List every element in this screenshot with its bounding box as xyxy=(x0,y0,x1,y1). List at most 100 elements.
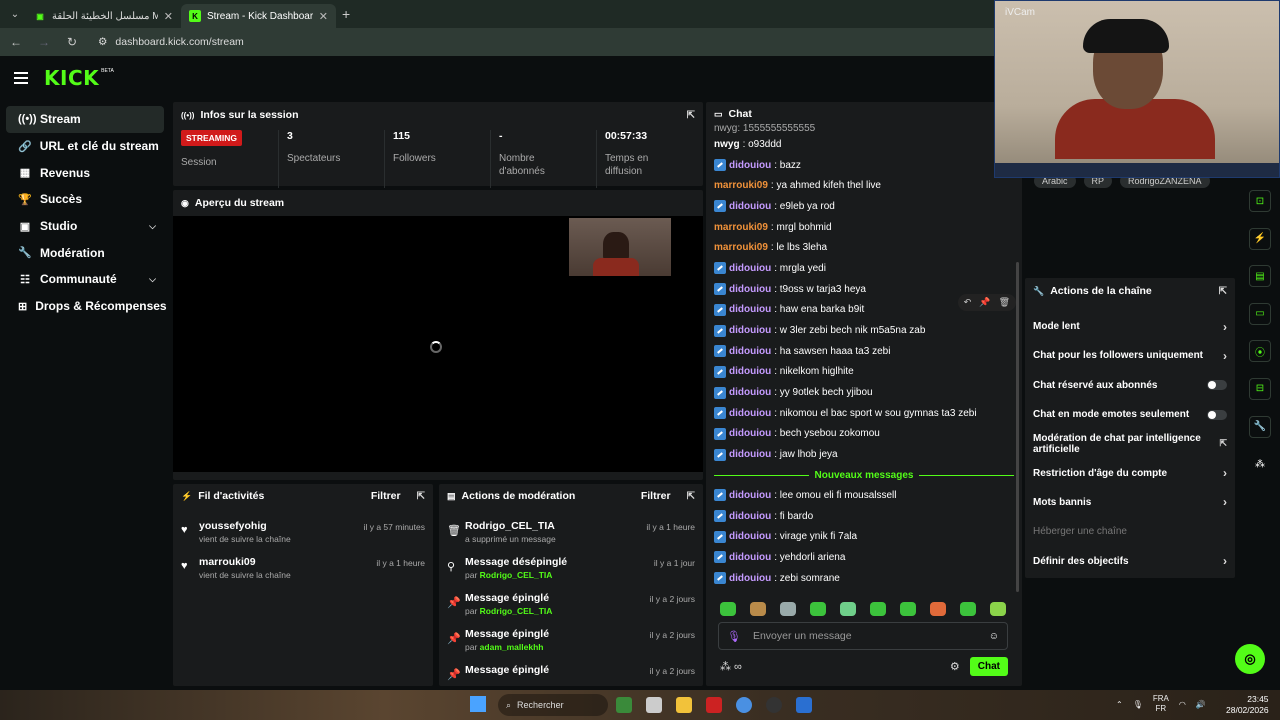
windows-start-icon[interactable] xyxy=(470,696,486,712)
chat-send-button[interactable]: Chat xyxy=(969,657,1008,676)
chat-bubble-icon[interactable]: ▭ xyxy=(1249,302,1271,325)
help-support-icon[interactable]: ◎ xyxy=(1235,644,1265,674)
moderation-actor[interactable]: Rodrigo_CEL_TIA xyxy=(480,606,553,616)
action-followers-only[interactable]: Chat pour les followers uniquement › xyxy=(1025,341,1235,370)
popout-icon[interactable]: ⇱ xyxy=(687,491,695,502)
dots-icon[interactable]: ⁂ xyxy=(1249,453,1271,475)
chat-username[interactable]: didouiou xyxy=(729,263,771,274)
filter-button[interactable]: Filtrer xyxy=(641,490,671,502)
broadcast-icon[interactable]: ⦿ xyxy=(1249,340,1271,363)
gear-icon[interactable]: ⚙ xyxy=(950,660,960,673)
chat-message-input[interactable]: 🎙 Envoyer un message ☺ xyxy=(718,622,1008,650)
chat-username[interactable]: didouiou xyxy=(729,408,771,419)
sidebar-item-achievements[interactable]: 🏆 Succès xyxy=(6,186,164,213)
sidebar-item-moderation[interactable]: 🔧 Modération xyxy=(6,239,164,266)
taskbar-clock[interactable]: 23:45 28/02/2026 xyxy=(1226,694,1269,716)
browser-tab-2[interactable]: K Stream - Kick Dashboard ✕ xyxy=(181,4,336,28)
sidebar-item-studio[interactable]: ▣ Studio ⌵ xyxy=(6,213,164,240)
taskbar-app-icon[interactable] xyxy=(616,697,632,713)
grid-icon[interactable]: ⊟ xyxy=(1249,377,1271,400)
chat-username[interactable]: didouiou xyxy=(729,490,771,501)
emote-icon[interactable] xyxy=(810,602,826,616)
chat-scrollbar[interactable] xyxy=(1016,262,1019,592)
popout-icon[interactable]: ⇱ xyxy=(1219,286,1227,297)
emote-icon[interactable] xyxy=(960,602,976,616)
volume-icon[interactable]: 🔊 xyxy=(1196,700,1206,709)
stream-preview-video[interactable] xyxy=(173,216,703,472)
chat-username[interactable]: didouiou xyxy=(729,552,771,563)
activity-user[interactable]: marrouki09 xyxy=(199,556,376,568)
chat-username[interactable]: didouiou xyxy=(729,304,771,315)
bolt-icon[interactable]: ⚡ xyxy=(1249,227,1271,250)
chat-username[interactable]: marrouki09 xyxy=(714,242,768,253)
microphone-icon[interactable]: 🎙 xyxy=(1133,700,1143,709)
taskbar-app-icon[interactable] xyxy=(706,697,722,713)
sidebar-item-stream[interactable]: ((•)) Stream xyxy=(6,106,164,133)
kick-logo[interactable]: KICK BETA xyxy=(44,66,114,90)
action-age-restriction[interactable]: Restriction d'âge du compte › xyxy=(1025,458,1235,487)
taskbar-app-icon[interactable] xyxy=(646,697,662,713)
site-info-icon[interactable]: ⚙ xyxy=(98,36,107,48)
infinity-icon[interactable]: ⁂ ∞ xyxy=(720,660,950,673)
action-set-goals[interactable]: Définir des objectifs › xyxy=(1025,546,1235,575)
hamburger-menu-icon[interactable] xyxy=(14,72,28,84)
chat-message-list[interactable]: nwyg: 1555555555555 nwyg: o93ddd didouio… xyxy=(714,124,1015,588)
browser-tab-1[interactable]: ▣ مسلسل الخطيئة الحلقة MA TN ✕ xyxy=(26,4,181,28)
filter-button[interactable]: Filtrer xyxy=(371,490,401,502)
new-messages-separator[interactable]: Nouveaux messages xyxy=(714,465,1015,485)
emotes-only-toggle[interactable] xyxy=(1207,409,1227,420)
action-banned-words[interactable]: Mots bannis › xyxy=(1025,488,1235,517)
pin-icon[interactable]: 📌 xyxy=(979,297,990,308)
focus-icon[interactable]: ⊡ xyxy=(1249,190,1271,212)
folder-icon[interactable] xyxy=(676,697,692,713)
taskbar-app-icon[interactable] xyxy=(766,697,782,713)
subscribers-only-toggle[interactable] xyxy=(1207,380,1227,391)
chat-username[interactable]: nwyg xyxy=(714,139,740,150)
chat-username[interactable]: didouiou xyxy=(729,160,771,171)
language-indicator[interactable]: FRA FR xyxy=(1153,694,1169,714)
taskbar-search[interactable]: ⌕ Rechercher xyxy=(498,694,608,716)
reply-icon[interactable]: ↶ xyxy=(964,297,972,308)
sidebar-item-revenue[interactable]: ▦ Revenus xyxy=(6,159,164,186)
sidebar-item-community[interactable]: ☷ Communauté ⌵ xyxy=(6,266,164,293)
close-icon[interactable]: ✕ xyxy=(164,10,173,23)
chat-username[interactable]: didouiou xyxy=(729,325,771,336)
chat-username[interactable]: didouiou xyxy=(729,346,771,357)
moderation-actor[interactable]: Rodrigo_CEL_TIA xyxy=(480,570,553,580)
microphone-icon[interactable]: 🎙 xyxy=(727,630,741,643)
chat-username[interactable]: didouiou xyxy=(729,284,771,295)
emote-icon[interactable] xyxy=(780,602,796,616)
chrome-icon[interactable] xyxy=(736,697,752,713)
chevron-up-icon[interactable]: ⌃ xyxy=(1116,700,1123,709)
emote-icon[interactable] xyxy=(930,602,946,616)
emote-icon[interactable] xyxy=(990,602,1006,616)
emote-icon[interactable] xyxy=(750,602,766,616)
popout-icon[interactable]: ⇱ xyxy=(687,110,695,121)
chat-username[interactable]: didouiou xyxy=(729,531,771,542)
action-slow-mode[interactable]: Mode lent › xyxy=(1025,312,1235,341)
new-tab-plus-icon[interactable]: + xyxy=(342,6,350,22)
emote-icon[interactable] xyxy=(720,602,736,616)
activity-user[interactable]: youssefyohig xyxy=(199,520,364,532)
chat-username[interactable]: didouiou xyxy=(729,201,771,212)
wrench-icon[interactable]: 🔧 xyxy=(1249,415,1271,438)
trash-icon[interactable]: 🗑 xyxy=(999,297,1010,308)
document-icon[interactable]: ▤ xyxy=(1249,265,1271,288)
reload-icon[interactable]: ↻ xyxy=(64,35,80,49)
emote-icon[interactable] xyxy=(870,602,886,616)
action-ai-moderation[interactable]: Modération de chat par intelligence arti… xyxy=(1025,429,1235,458)
chat-username[interactable]: marrouki09 xyxy=(714,222,768,233)
chat-username[interactable]: didouiou xyxy=(729,511,771,522)
moderation-actor[interactable]: adam_mallekhh xyxy=(480,642,544,652)
chat-username[interactable]: marrouki09 xyxy=(714,180,768,191)
chat-username[interactable]: didouiou xyxy=(729,387,771,398)
back-arrow-icon[interactable]: ← xyxy=(8,35,24,49)
forward-arrow-icon[interactable]: → xyxy=(36,35,52,49)
webcam-overlay[interactable]: iVCam xyxy=(994,0,1280,178)
chat-username[interactable]: didouiou xyxy=(729,573,771,584)
chat-username[interactable]: didouiou xyxy=(729,366,771,377)
emote-icon[interactable] xyxy=(900,602,916,616)
emote-icon[interactable] xyxy=(840,602,856,616)
chat-username[interactable]: didouiou xyxy=(729,428,771,439)
taskbar-app-icon[interactable] xyxy=(796,697,812,713)
